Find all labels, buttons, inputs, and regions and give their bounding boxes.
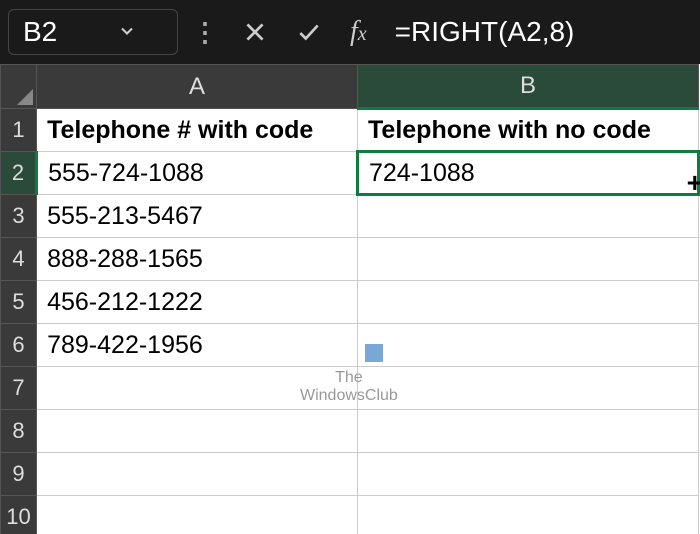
- name-box-value: B2: [23, 16, 57, 48]
- cell-b5[interactable]: [358, 281, 699, 324]
- row-header-1[interactable]: 1: [1, 109, 37, 152]
- row-header-10[interactable]: 10: [1, 496, 37, 534]
- cell-a9[interactable]: [37, 453, 358, 496]
- formula-input[interactable]: [385, 10, 700, 54]
- column-header-row: A B: [1, 65, 699, 109]
- column-header-a[interactable]: A: [37, 65, 358, 109]
- row-header-3[interactable]: 3: [1, 195, 37, 238]
- chevron-down-icon[interactable]: [117, 16, 137, 48]
- cell-b9[interactable]: [358, 453, 699, 496]
- table-row: 8: [1, 410, 699, 453]
- cell-a7[interactable]: [37, 367, 358, 410]
- divider-icon: ⋮: [186, 17, 224, 48]
- table-row: 3 555-213-5467: [1, 195, 699, 238]
- cell-a10[interactable]: [37, 496, 358, 534]
- cancel-icon[interactable]: [232, 15, 278, 49]
- cell-b2[interactable]: 724-1088 +: [358, 152, 699, 195]
- row-header-9[interactable]: 9: [1, 453, 37, 496]
- cell-a8[interactable]: [37, 410, 358, 453]
- row-header-8[interactable]: 8: [1, 410, 37, 453]
- cell-b2-value: 724-1088: [369, 159, 475, 187]
- table-row: 2 555-724-1088 724-1088 +: [1, 152, 699, 195]
- row-header-7[interactable]: 7: [1, 367, 37, 410]
- cell-b8[interactable]: [358, 410, 699, 453]
- column-header-b[interactable]: B: [358, 65, 699, 109]
- name-box[interactable]: B2: [8, 9, 178, 55]
- table-row: 5 456-212-1222: [1, 281, 699, 324]
- formula-bar: B2 ⋮ fx: [0, 0, 700, 64]
- fill-handle-icon[interactable]: +: [687, 167, 700, 199]
- row-header-5[interactable]: 5: [1, 281, 37, 324]
- spreadsheet-grid[interactable]: A B 1 Telephone # with code Telephone wi…: [0, 64, 700, 534]
- cell-a5[interactable]: 456-212-1222: [37, 281, 358, 324]
- cell-a1[interactable]: Telephone # with code: [37, 109, 358, 152]
- row-header-4[interactable]: 4: [1, 238, 37, 281]
- cell-b4[interactable]: [358, 238, 699, 281]
- cell-a3[interactable]: 555-213-5467: [37, 195, 358, 238]
- cell-a4[interactable]: 888-288-1565: [37, 238, 358, 281]
- cell-b6[interactable]: [358, 324, 699, 367]
- cell-a6[interactable]: 789-422-1956: [37, 324, 358, 367]
- cell-a2[interactable]: 555-724-1088: [37, 152, 358, 195]
- fx-icon[interactable]: fx: [340, 16, 377, 48]
- table-row: 6 789-422-1956: [1, 324, 699, 367]
- table-row: 4 888-288-1565: [1, 238, 699, 281]
- enter-icon[interactable]: [286, 15, 332, 49]
- cell-b1[interactable]: Telephone with no code: [358, 109, 699, 152]
- table-row: 7: [1, 367, 699, 410]
- cell-b7[interactable]: [358, 367, 699, 410]
- cell-b3[interactable]: [358, 195, 699, 238]
- cell-b10[interactable]: [358, 496, 699, 534]
- table-row: 9: [1, 453, 699, 496]
- select-all-corner[interactable]: [1, 65, 37, 109]
- row-header-2[interactable]: 2: [1, 152, 37, 195]
- row-header-6[interactable]: 6: [1, 324, 37, 367]
- table-row: 10: [1, 496, 699, 534]
- table-row: 1 Telephone # with code Telephone with n…: [1, 109, 699, 152]
